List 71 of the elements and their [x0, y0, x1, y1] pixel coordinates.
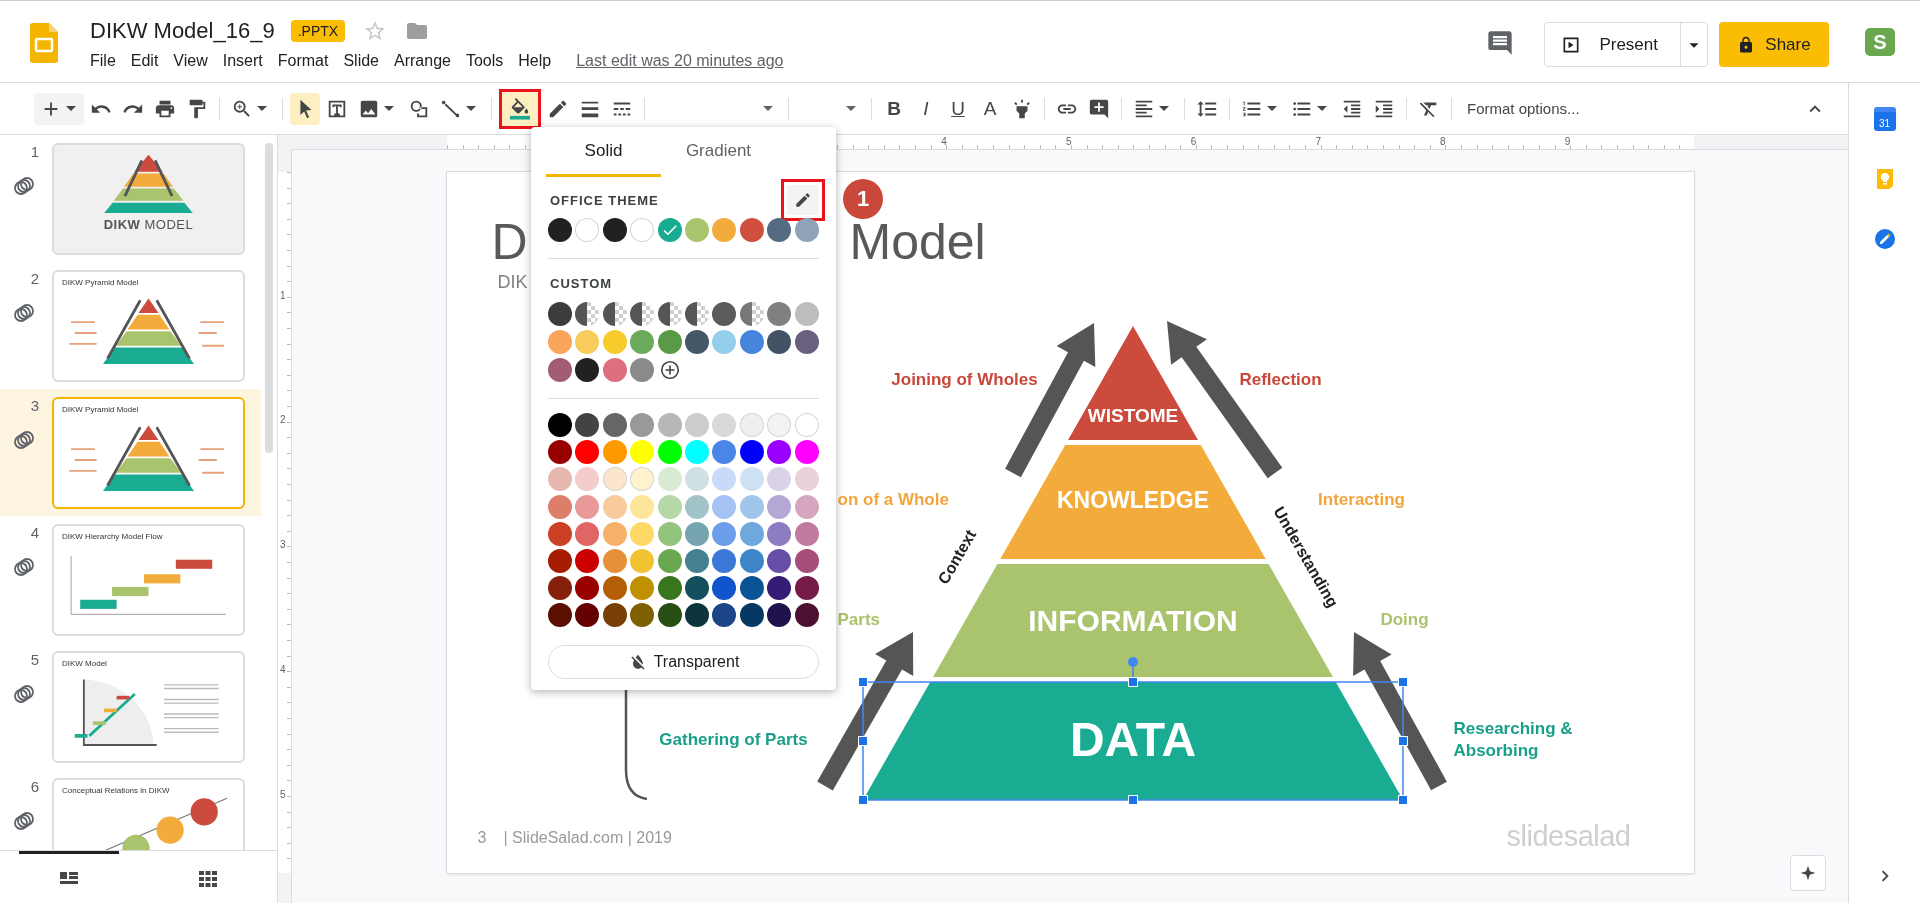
- thumbnail-title: Conceptual Relations in DIKW: [62, 786, 171, 796]
- side-label: Gathering of Parts: [659, 729, 808, 751]
- thumbnail-title: DIKW Pyramid Model: [62, 405, 140, 415]
- menu-item[interactable]: Format: [277, 50, 337, 72]
- side-label: Doing: [1380, 609, 1429, 631]
- slide-thumbnail[interactable]: DIKW Pyramid Model: [52, 397, 245, 509]
- menu-item[interactable]: Help: [518, 50, 560, 72]
- slide-number: 5: [30, 651, 40, 668]
- slide-number: 3: [477, 829, 487, 847]
- tier-label: KNOWLEDGE: [1056, 487, 1209, 513]
- menu-item[interactable]: View: [173, 50, 216, 72]
- section-label: CUSTOM: [550, 275, 614, 293]
- slide-number: 2: [30, 270, 40, 287]
- thumbnail-title: DIKW MODEL: [103, 217, 194, 233]
- menu-item[interactable]: Slide: [343, 50, 387, 72]
- footer-text: | SlideSalad.com | 2019: [503, 829, 672, 847]
- file-type-badge: .PPTX: [290, 20, 346, 42]
- thumbnail-title: DIKW Model: [62, 659, 108, 669]
- calendar-icon[interactable]: 31: [1873, 107, 1896, 131]
- slide-thumbnail[interactable]: DIKW MODEL: [52, 143, 245, 255]
- slide-title: D: [491, 213, 528, 272]
- side-label: on of a Whole: [837, 489, 949, 511]
- slide-number: 4: [30, 524, 40, 541]
- slide-number: 3: [30, 397, 40, 414]
- side-label: Researching & Absorbing: [1453, 718, 1574, 762]
- thumbnail-title: DIKW Hierarchy Model Flow: [62, 532, 164, 542]
- ruler-number: 1: [280, 288, 286, 303]
- tier-label: WISTOME: [1087, 404, 1178, 426]
- slide-thumbnail[interactable]: DIKW Model: [52, 651, 245, 763]
- ruler-number: 7: [1315, 135, 1321, 149]
- slide-number: 1: [30, 143, 40, 160]
- thumbnail-title: DIKW Pyramid Model: [62, 278, 140, 288]
- side-label: Parts: [837, 609, 881, 631]
- ruler-number: 5: [1066, 135, 1072, 149]
- ruler-number: 3: [280, 538, 286, 553]
- ruler-number: 4: [280, 662, 286, 677]
- document-title[interactable]: DIKW Model_16_9: [90, 18, 275, 44]
- slide-thumbnail[interactable]: DIKW Pyramid Model: [52, 270, 245, 382]
- transparent-button[interactable]: Transparent: [548, 645, 819, 680]
- slide-subtitle: DIK: [497, 272, 528, 293]
- italic-button[interactable]: I: [911, 92, 941, 125]
- share-button[interactable]: Share: [1719, 22, 1829, 67]
- tier-label: DATA: [1069, 712, 1196, 766]
- side-label: Interacting: [1318, 489, 1405, 509]
- ruler-number: 6: [1190, 135, 1197, 149]
- tab[interactable]: Solid: [546, 127, 661, 177]
- ruler-number: 8: [1440, 135, 1446, 149]
- bold-button[interactable]: B: [879, 92, 909, 125]
- ruler-number: 4: [941, 135, 947, 149]
- side-label: Reflection: [1239, 369, 1322, 391]
- present-button[interactable]: Present: [1544, 22, 1708, 67]
- slide-thumbnail[interactable]: Conceptual Relations in DIKW: [52, 778, 245, 850]
- menu-item[interactable]: Edit: [130, 50, 167, 72]
- tier-label: INFORMATION: [1027, 603, 1238, 637]
- underline-button[interactable]: U: [943, 92, 973, 125]
- format-options-button[interactable]: Format options...: [1459, 92, 1588, 125]
- menu-item[interactable]: Arrange: [394, 50, 459, 72]
- slide-thumbnail[interactable]: DIKW Hierarchy Model Flow: [52, 524, 245, 636]
- textcolor-button[interactable]: A: [975, 92, 1005, 125]
- vertical-ruler[interactable]: 1 2 3 4 5: [278, 150, 292, 903]
- menu-item[interactable]: File: [90, 50, 124, 72]
- calendar-day: 31: [1878, 118, 1891, 129]
- side-label: Joining of Wholes: [891, 369, 1038, 391]
- section-label: OFFICE THEME: [550, 192, 659, 208]
- ruler-number: 9: [1564, 135, 1571, 149]
- ruler-number: 2: [280, 413, 286, 428]
- ruler-number: 5: [280, 787, 286, 802]
- slide-number: 6: [30, 778, 40, 795]
- menu-item[interactable]: Tools: [465, 50, 512, 72]
- menu-item[interactable]: Insert: [222, 50, 271, 72]
- last-edit-link[interactable]: Last edit was 20 minutes ago: [576, 52, 784, 70]
